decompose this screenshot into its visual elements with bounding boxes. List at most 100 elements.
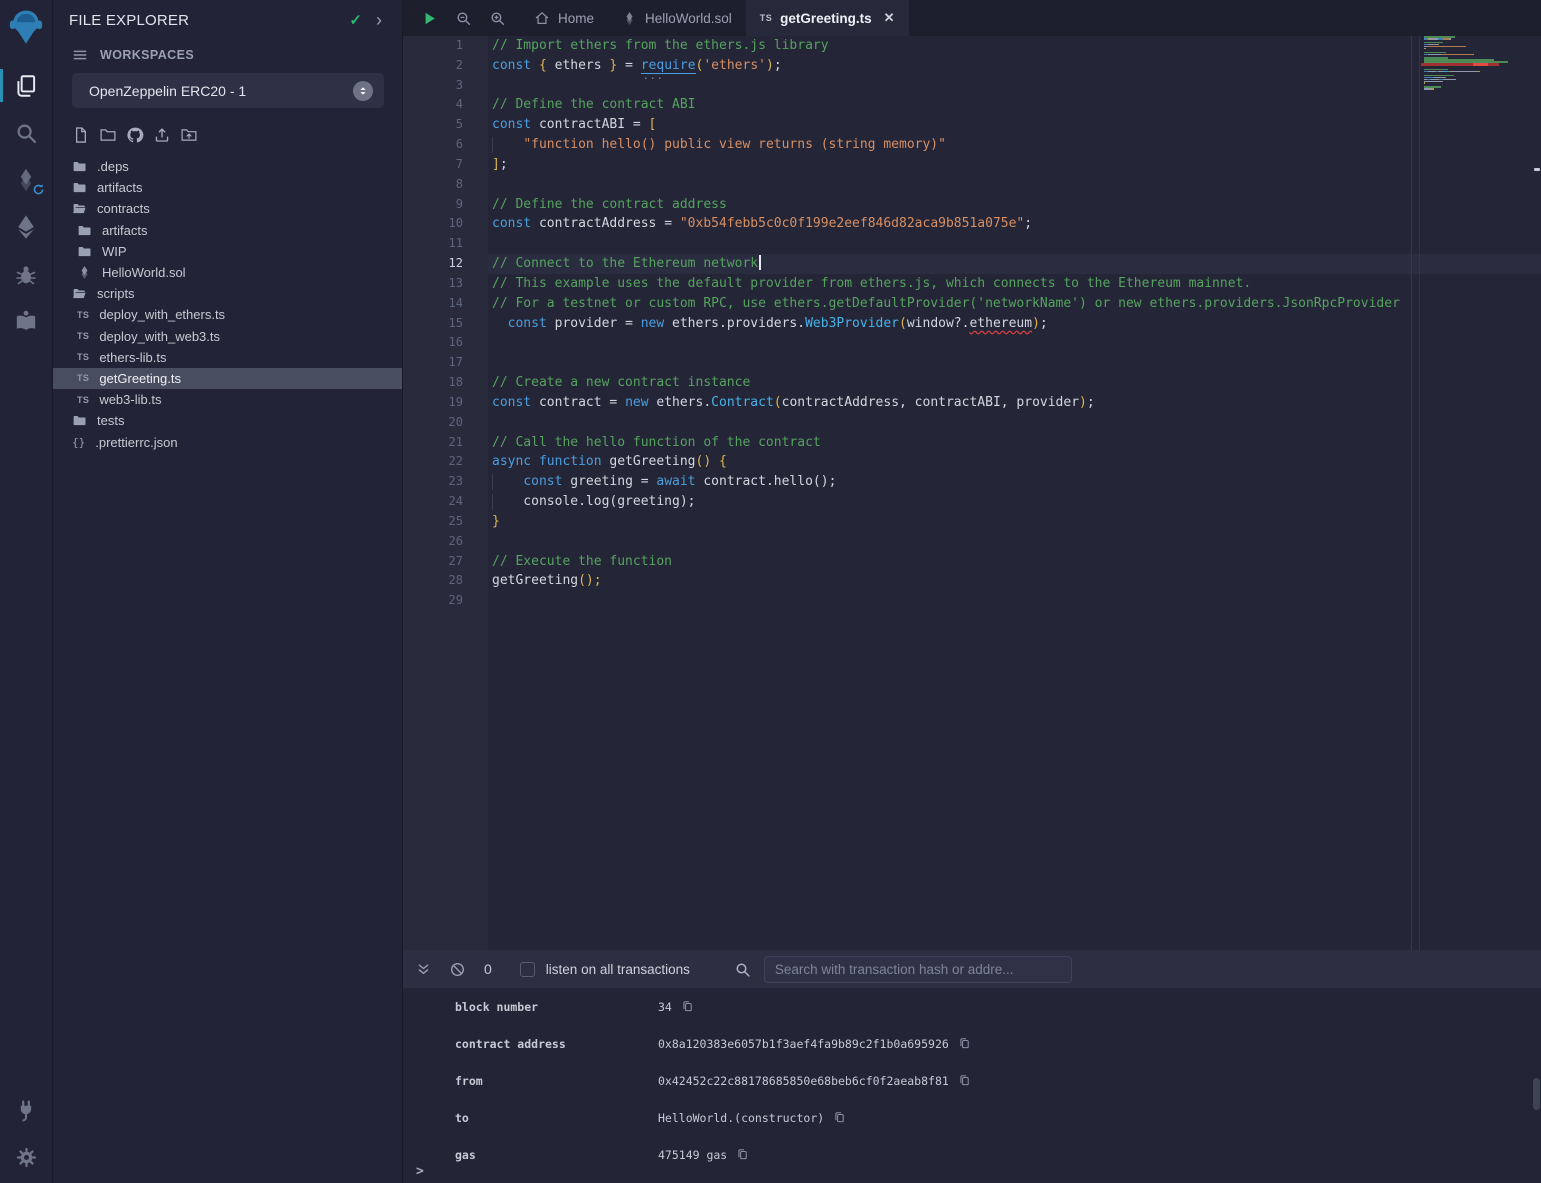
code-line-24[interactable]: console.log(greeting);: [488, 492, 1541, 512]
tab-Home[interactable]: Home: [520, 0, 608, 36]
code-line-12[interactable]: // Connect to the Ethereum network: [488, 254, 1541, 274]
code-line-11[interactable]: [488, 234, 1541, 254]
clear-console-icon[interactable]: [449, 961, 466, 978]
line-number: 20: [403, 413, 488, 433]
code-line-28[interactable]: getGreeting();: [488, 571, 1541, 591]
file-tree-item[interactable]: tests: [53, 410, 402, 431]
copy-button[interactable]: [958, 1037, 971, 1050]
new-file-button[interactable]: [72, 126, 90, 144]
file-name: artifacts: [97, 180, 143, 195]
line-number: 1: [403, 36, 488, 56]
file-tree-item[interactable]: TSethers-lib.ts: [53, 347, 402, 368]
file-tree-item[interactable]: TSweb3-lib.ts: [53, 389, 402, 410]
code-line-6[interactable]: "function hello() public view returns (s…: [488, 135, 1541, 155]
code-line-23[interactable]: const greeting = await contract.hello();: [488, 472, 1541, 492]
file-tree-item[interactable]: artifacts: [53, 177, 402, 198]
copy-button[interactable]: [833, 1111, 846, 1124]
code-line-3[interactable]: [488, 76, 1541, 96]
tab-HelloWorld.sol[interactable]: HelloWorld.sol: [608, 0, 746, 36]
listen-transactions-checkbox[interactable]: [520, 962, 535, 977]
hamburger-menu-icon[interactable]: [72, 47, 88, 63]
file-tree-item[interactable]: scripts: [53, 283, 402, 304]
activity-settings[interactable]: [0, 1134, 53, 1181]
copy-button[interactable]: [736, 1148, 749, 1161]
code-line-4[interactable]: // Define the contract ABI: [488, 95, 1541, 115]
activity-plugin-manager[interactable]: [0, 1087, 53, 1134]
collapse-terminal-icon[interactable]: [415, 961, 432, 978]
code-line-7[interactable]: ];: [488, 155, 1541, 175]
code-line-19[interactable]: const contract = new ethers.Contract(con…: [488, 393, 1541, 413]
code-line-18[interactable]: // Create a new contract instance: [488, 373, 1541, 393]
transaction-search-input[interactable]: [764, 956, 1072, 983]
line-number: 18: [403, 373, 488, 393]
workspace-selector[interactable]: OpenZeppelin ERC20 - 1: [72, 73, 384, 108]
line-number: 16: [403, 333, 488, 353]
code-token: // Import ethers from the ethers.js libr…: [492, 38, 829, 53]
new-folder-button[interactable]: [99, 126, 117, 144]
line-number: 29: [403, 591, 488, 611]
code-token: {: [719, 454, 727, 469]
file-tree-item[interactable]: TSgetGreeting.ts: [53, 368, 402, 389]
file-tree-item[interactable]: artifacts: [53, 220, 402, 241]
activity-solidity-compiler[interactable]: [0, 156, 53, 203]
code-line-2[interactable]: const { ethers } = require('ethers');: [488, 56, 1541, 76]
activity-remix-logo[interactable]: [0, 0, 53, 54]
code-editor[interactable]: 1234567891011121314151617181920212223242…: [403, 36, 1541, 950]
file-tree-item[interactable]: {}.prettierrc.json: [53, 431, 402, 452]
activity-search[interactable]: [0, 109, 53, 156]
file-name: .prettierrc.json: [95, 435, 177, 450]
tab-getGreeting.ts[interactable]: TSgetGreeting.ts✕: [746, 0, 909, 36]
line-number: 8: [403, 175, 488, 195]
code-line-27[interactable]: // Execute the function: [488, 552, 1541, 572]
code-line-10[interactable]: const contractAddress = "0xb54febb5c0c0f…: [488, 214, 1541, 234]
code-line-22[interactable]: async function getGreeting() {: [488, 452, 1541, 472]
code-line-17[interactable]: [488, 353, 1541, 373]
code-line-13[interactable]: // This example uses the default provide…: [488, 274, 1541, 294]
code-line-15[interactable]: const provider = new ethers.providers.We…: [488, 314, 1541, 334]
file-tree-item[interactable]: HelloWorld.sol: [53, 262, 402, 283]
refresh-icon: [32, 183, 45, 196]
copy-button[interactable]: [958, 1074, 971, 1087]
code-line-20[interactable]: [488, 413, 1541, 433]
code-line-14[interactable]: // For a testnet or custom RPC, use ethe…: [488, 294, 1541, 314]
code-line-8[interactable]: [488, 175, 1541, 195]
file-tree-item[interactable]: TSdeploy_with_web3.ts: [53, 326, 402, 347]
listen-transactions-label[interactable]: listen on all transactions: [546, 962, 690, 977]
file-tree-item[interactable]: WIP: [53, 241, 402, 262]
zoom-in-button[interactable]: [489, 10, 506, 27]
terminal-prompt: >: [416, 1164, 424, 1179]
close-tab-icon[interactable]: ✕: [884, 10, 895, 26]
code-line-5[interactable]: const contractABI = [: [488, 115, 1541, 135]
run-script-button[interactable]: [421, 10, 438, 27]
chevron-right-icon[interactable]: ›: [376, 13, 382, 27]
folder-closed-icon: [77, 223, 92, 238]
workspace-name: OpenZeppelin ERC20 - 1: [89, 83, 246, 99]
code-line-26[interactable]: [488, 532, 1541, 552]
activity-deploy-run[interactable]: [0, 203, 53, 250]
code-token: ethers.providers.: [664, 316, 805, 331]
copy-button[interactable]: [681, 1000, 694, 1013]
code-content[interactable]: // Import ethers from the ethers.js libr…: [488, 36, 1541, 611]
minimap[interactable]: [1419, 36, 1533, 950]
log-label: gas: [455, 1148, 658, 1162]
upload-file-button[interactable]: [153, 126, 171, 144]
code-line-21[interactable]: // Call the hello function of the contra…: [488, 433, 1541, 453]
activity-debugger[interactable]: [0, 250, 53, 297]
file-tree-item[interactable]: .deps: [53, 156, 402, 177]
terminal-scrollbar[interactable]: [1533, 1078, 1540, 1110]
publish-to-gist-button[interactable]: [126, 126, 144, 144]
code-token: contractAddress =: [531, 216, 680, 231]
code-line-25[interactable]: }: [488, 512, 1541, 532]
activity-file-explorer[interactable]: [0, 62, 53, 109]
code-token: // For a testnet or custom RPC, use ethe…: [492, 296, 1400, 311]
file-tree-item[interactable]: contracts: [53, 198, 402, 219]
activity-learneth[interactable]: [0, 297, 53, 344]
code-line-16[interactable]: [488, 333, 1541, 353]
zoom-out-button[interactable]: [455, 10, 472, 27]
code-line-29[interactable]: [488, 591, 1541, 611]
file-tree-item[interactable]: TSdeploy_with_ethers.ts: [53, 304, 402, 325]
code-line-1[interactable]: // Import ethers from the ethers.js libr…: [488, 36, 1541, 56]
typescript-file-icon: TS: [77, 395, 89, 405]
upload-folder-button[interactable]: [180, 126, 198, 144]
code-line-9[interactable]: // Define the contract address: [488, 195, 1541, 215]
